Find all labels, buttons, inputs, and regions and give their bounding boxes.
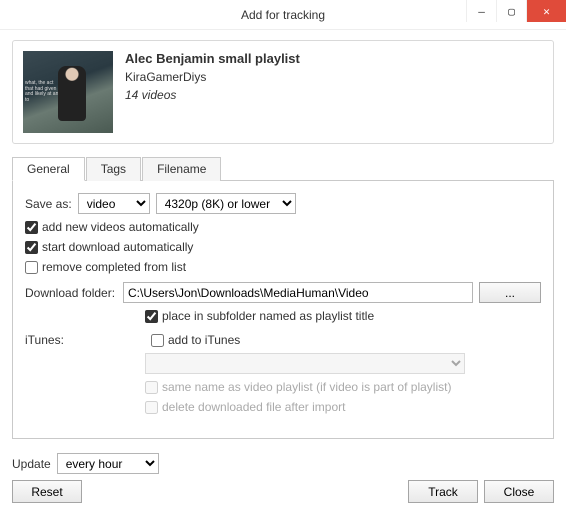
download-folder-input[interactable] xyxy=(123,282,473,303)
tab-filename[interactable]: Filename xyxy=(142,157,221,181)
add-itunes-checkbox[interactable]: add to iTunes xyxy=(151,333,240,347)
place-subfolder-checkbox[interactable]: place in subfolder named as playlist tit… xyxy=(145,309,374,323)
playlist-title: Alec Benjamin small playlist xyxy=(125,51,300,66)
place-subfolder-checkbox-input[interactable] xyxy=(145,310,158,323)
remove-completed-label: remove completed from list xyxy=(42,260,186,274)
thumbnail-caption: what, the act that had given and likely … xyxy=(25,81,59,103)
add-new-checkbox[interactable]: add new videos automatically xyxy=(25,220,199,234)
delete-after-checkbox: delete downloaded file after import xyxy=(145,400,345,414)
browse-button[interactable]: ... xyxy=(479,282,541,303)
playlist-header-panel: what, the act that had given and likely … xyxy=(12,40,554,144)
tab-tags[interactable]: Tags xyxy=(86,157,141,181)
update-label: Update xyxy=(12,457,51,471)
tab-row: General Tags Filename xyxy=(12,156,554,180)
remove-completed-checkbox-input[interactable] xyxy=(25,261,38,274)
itunes-label: iTunes: xyxy=(25,333,117,347)
video-count: 14 videos xyxy=(125,88,300,102)
window-controls: — ▢ ✕ xyxy=(466,0,566,22)
delete-after-label: delete downloaded file after import xyxy=(162,400,345,414)
tab-panel-general: Save as: video 4320p (8K) or lower add n… xyxy=(12,180,554,439)
minimize-button[interactable]: — xyxy=(466,0,496,22)
playlist-thumbnail: what, the act that had given and likely … xyxy=(23,51,113,133)
reset-button[interactable]: Reset xyxy=(12,480,82,503)
quality-select[interactable]: 4320p (8K) or lower xyxy=(156,193,296,214)
titlebar: Add for tracking — ▢ ✕ xyxy=(0,0,566,30)
download-folder-label: Download folder: xyxy=(25,286,117,300)
add-new-checkbox-input[interactable] xyxy=(25,221,38,234)
format-select[interactable]: video xyxy=(78,193,150,214)
track-button[interactable]: Track xyxy=(408,480,478,503)
same-name-checkbox: same name as video playlist (if video is… xyxy=(145,380,451,394)
update-interval-select[interactable]: every hour xyxy=(57,453,159,474)
start-download-label: start download automatically xyxy=(42,240,193,254)
add-itunes-checkbox-input[interactable] xyxy=(151,334,164,347)
playlist-info: Alec Benjamin small playlist KiraGamerDi… xyxy=(125,51,300,133)
maximize-button[interactable]: ▢ xyxy=(496,0,526,22)
channel-name: KiraGamerDiys xyxy=(125,70,300,84)
place-subfolder-label: place in subfolder named as playlist tit… xyxy=(162,309,374,323)
close-button[interactable]: Close xyxy=(484,480,554,503)
itunes-playlist-select xyxy=(145,353,465,374)
tab-general[interactable]: General xyxy=(12,157,85,181)
same-name-label: same name as video playlist (if video is… xyxy=(162,380,451,394)
close-window-button[interactable]: ✕ xyxy=(526,0,566,22)
remove-completed-checkbox[interactable]: remove completed from list xyxy=(25,260,186,274)
start-download-checkbox[interactable]: start download automatically xyxy=(25,240,193,254)
window-title: Add for tracking xyxy=(241,8,325,22)
add-new-label: add new videos automatically xyxy=(42,220,199,234)
same-name-checkbox-input xyxy=(145,381,158,394)
add-itunes-label: add to iTunes xyxy=(168,333,240,347)
start-download-checkbox-input[interactable] xyxy=(25,241,38,254)
save-as-label: Save as: xyxy=(25,197,72,211)
delete-after-checkbox-input xyxy=(145,401,158,414)
